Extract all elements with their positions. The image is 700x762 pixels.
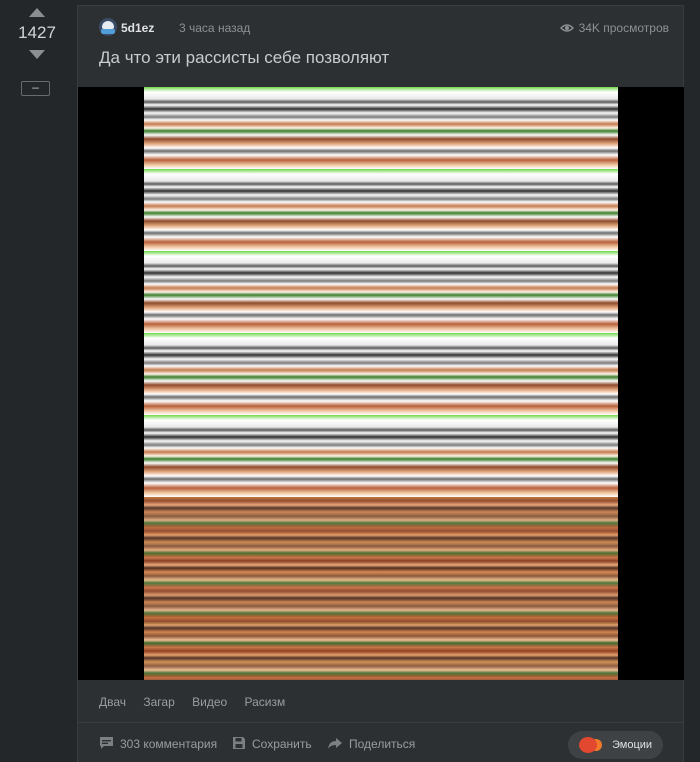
- collapse-button[interactable]: –: [21, 81, 50, 96]
- comments-label: 303 комментария: [120, 737, 218, 751]
- post-title[interactable]: Да что эти рассисты себе позволяют: [99, 48, 389, 68]
- comments-button[interactable]: 303 комментария: [99, 737, 217, 751]
- view-count-label: 34K просмотров: [578, 21, 669, 35]
- post-header: 5d1ez 3 часа назад 34K просмотров: [99, 18, 669, 40]
- emotions-label: Эмоции: [612, 739, 653, 751]
- emoji-icon: [579, 737, 597, 753]
- comment-icon: [100, 737, 113, 750]
- vote-count: 1427: [18, 23, 56, 42]
- post-time: 3 часа назад: [179, 21, 251, 35]
- save-button[interactable]: Сохранить: [232, 737, 312, 751]
- downvote-icon[interactable]: [29, 50, 45, 59]
- tag-item[interactable]: Двач: [99, 695, 126, 709]
- upvote-icon[interactable]: [29, 8, 45, 17]
- share-arrow-icon: [328, 737, 342, 749]
- tag-item[interactable]: Загар: [143, 695, 174, 709]
- emotions-button[interactable]: Эмоции: [568, 731, 663, 759]
- video-player[interactable]: [78, 87, 684, 680]
- avatar[interactable]: [99, 18, 117, 36]
- divider: [78, 722, 684, 723]
- eye-icon: [559, 24, 574, 32]
- tag-item[interactable]: Расизм: [245, 695, 286, 709]
- post-card: 5d1ez 3 часа назад 34K просмотров Да что…: [77, 5, 684, 762]
- video-frame: [144, 87, 618, 680]
- share-button[interactable]: Поделиться: [327, 737, 415, 751]
- vote-column: 1427 –: [0, 0, 74, 762]
- share-label: Поделиться: [349, 737, 416, 751]
- view-count: 34K просмотров: [559, 21, 669, 35]
- tag-list: Двач Загар Видео Расизм: [99, 695, 299, 709]
- tag-item[interactable]: Видео: [192, 695, 227, 709]
- author-name[interactable]: 5d1ez: [121, 21, 154, 35]
- save-label: Сохранить: [252, 737, 312, 751]
- floppy-icon: [233, 737, 245, 750]
